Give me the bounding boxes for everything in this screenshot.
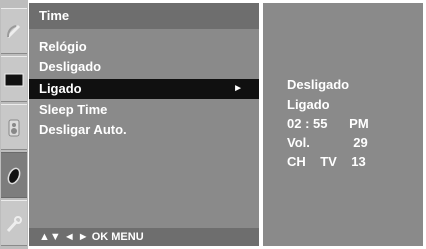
menu-item-desligar-auto[interactable]: Desligar Auto. xyxy=(29,120,259,140)
navigation-hint-bar: ▲▼ ◄ ► OK MENU xyxy=(29,228,259,246)
menu-item-relogio[interactable]: Relógio xyxy=(29,37,259,57)
menu-item-ligado[interactable]: Ligado ► xyxy=(29,79,259,99)
volume-setting-line[interactable]: Vol. 29 xyxy=(287,134,368,152)
menu-title: Time xyxy=(29,3,259,29)
menu-item-label: Relógio xyxy=(39,39,87,54)
rail-button-station[interactable] xyxy=(1,8,27,54)
menu-item-label: Ligado xyxy=(39,81,82,96)
screen-icon xyxy=(4,73,24,87)
wrench-icon xyxy=(6,216,22,233)
menu-item-label: Desligar Auto. xyxy=(39,122,127,137)
setting-value-line[interactable]: Ligado xyxy=(287,96,330,114)
menu-item-label: Sleep Time xyxy=(39,102,108,117)
clock-icon xyxy=(7,167,21,185)
time-setting-line[interactable]: 02 : 55 PM xyxy=(287,115,369,133)
rail-button-time[interactable] xyxy=(1,152,27,198)
menu-item-label: Desligado xyxy=(39,59,102,74)
setting-value-line[interactable]: Desligado xyxy=(287,76,349,94)
tv-osd-menu: Time Relógio Desligado Ligado ► Sleep Ti… xyxy=(0,0,426,249)
submenu-arrow-icon: ► xyxy=(233,83,243,94)
satellite-dish-icon xyxy=(6,24,21,39)
menu-item-desligado[interactable]: Desligado xyxy=(29,57,259,77)
rail-button-sound[interactable] xyxy=(1,104,27,150)
rail-button-picture[interactable] xyxy=(1,56,27,102)
time-menu-panel: Time Relógio Desligado Ligado ► Sleep Ti… xyxy=(29,3,259,246)
rail-button-setup[interactable] xyxy=(1,200,27,246)
timer-settings-panel: Desligado Ligado 02 : 55 PM Vol. 29 CH T… xyxy=(263,3,423,246)
speaker-icon xyxy=(8,119,20,137)
channel-setting-line[interactable]: CH TV 13 xyxy=(287,153,366,171)
menu-item-sleep-time[interactable]: Sleep Time xyxy=(29,100,259,120)
category-rail xyxy=(0,0,28,249)
